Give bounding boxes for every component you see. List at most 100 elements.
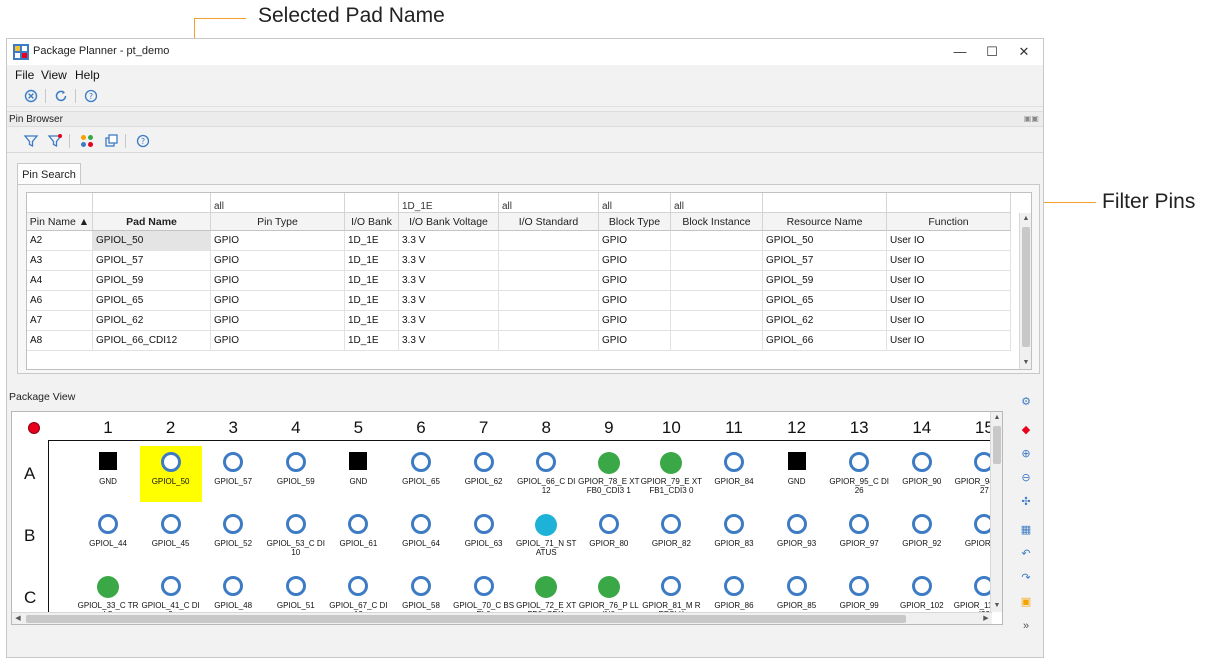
package-pin[interactable]: GPIOR_79_E XTFB1_CDI3 0 (640, 446, 702, 502)
more-icon[interactable]: » (1019, 619, 1033, 633)
package-pin[interactable]: GPIOL_44 (77, 508, 139, 564)
filter-input-0[interactable] (27, 193, 93, 213)
maximize-button[interactable]: ☐ (977, 41, 1007, 63)
scroll-left-icon[interactable]: ◀ (12, 613, 24, 624)
package-pin[interactable]: GPIOL_64 (390, 508, 452, 564)
table-vertical-scrollbar[interactable]: ▲ ▼ (1019, 213, 1031, 369)
main-toolbar: ? (7, 85, 1043, 107)
package-row-letter: B (24, 526, 36, 545)
column-header-9[interactable]: Function (887, 213, 1011, 231)
filter-input-9[interactable] (887, 193, 1011, 213)
pin-ball-icon (849, 514, 870, 534)
package-horizontal-scrollbar[interactable]: ◀ ▶ (12, 612, 992, 624)
column-header-7[interactable]: Block Instance (671, 213, 763, 231)
settings-icon[interactable]: ⚙ (1019, 395, 1033, 409)
package-pin[interactable]: GPIOL_61 (327, 508, 389, 564)
filter-icon[interactable] (23, 133, 39, 149)
package-pin[interactable]: GPIOL_62 (453, 446, 515, 502)
package-pin[interactable]: GPIOR_90 (891, 446, 953, 502)
refresh-icon[interactable] (53, 88, 69, 104)
package-pin[interactable]: GPIOL_50 (139, 446, 202, 502)
filter-input-3[interactable] (345, 193, 399, 213)
package-pin[interactable]: GPIOL_53_C DI10 (265, 508, 327, 564)
rotate-right-icon[interactable]: ↷ (1019, 571, 1033, 585)
menu-file[interactable]: File (15, 68, 34, 82)
package-pin[interactable]: GPIOL_63 (453, 508, 515, 564)
package-pin[interactable]: GPIOL_66_C DI12 (515, 446, 577, 502)
help-icon[interactable]: ? (135, 133, 151, 149)
package-pin[interactable]: GPIOL_65 (390, 446, 452, 502)
scroll-up-icon[interactable]: ▲ (991, 412, 1002, 424)
package-pin[interactable]: GPIOR_82 (640, 508, 702, 564)
package-pin[interactable]: GPIOL_71_N STATUS (515, 508, 577, 564)
package-pin[interactable]: GND (327, 446, 389, 502)
stop-icon[interactable] (23, 88, 39, 104)
column-header-2[interactable]: Pin Type (211, 213, 345, 231)
package-pin[interactable]: GPIOR_83 (703, 508, 765, 564)
shield-icon[interactable]: ◆ (1019, 423, 1033, 437)
scroll-down-icon[interactable]: ▼ (991, 600, 1002, 612)
package-pin[interactable]: GND (77, 446, 139, 502)
filter-clear-icon[interactable] (47, 133, 63, 149)
package-pin[interactable]: GPIOR_92 (891, 508, 953, 564)
package-pin[interactable]: GPIOR_78_E XTFB0_CDI3 1 (578, 446, 640, 502)
pin-label: GND (349, 477, 368, 486)
column-header-8[interactable]: Resource Name (763, 213, 887, 231)
package-pin[interactable]: GPIOR_97 (828, 508, 890, 564)
menu-help[interactable]: Help (75, 68, 100, 82)
rotate-left-icon[interactable]: ↶ (1019, 547, 1033, 561)
table-icon[interactable]: ▦ (1019, 523, 1033, 537)
scroll-down-icon[interactable]: ▼ (1020, 357, 1031, 369)
filter-input-7[interactable]: all (671, 193, 763, 213)
minimize-button[interactable]: — (945, 41, 975, 63)
package-pin[interactable]: GPIOR_80 (578, 508, 640, 564)
panel-close-icon[interactable]: ▣▣ (1024, 114, 1039, 123)
scrollbar-thumb[interactable] (993, 426, 1001, 464)
scrollbar-thumb[interactable] (1022, 227, 1030, 347)
table-cell: A6 (27, 291, 93, 311)
column-header-3[interactable]: I/O Bank (345, 213, 399, 231)
scroll-up-icon[interactable]: ▲ (1020, 213, 1031, 225)
package-pin[interactable]: GND (766, 446, 828, 502)
tab-pin-search[interactable]: Pin Search (17, 163, 81, 185)
column-header-4[interactable]: I/O Bank Voltage (399, 213, 499, 231)
pin-label: GPIOR_95_C DI26 (829, 477, 889, 495)
app-logo-icon (13, 44, 29, 60)
package-pin[interactable]: GPIOR_93 (766, 508, 828, 564)
filter-input-6[interactable]: all (599, 193, 671, 213)
help-icon[interactable]: ? (83, 88, 99, 104)
filter-input-8[interactable] (763, 193, 887, 213)
package-pin[interactable]: GPIOR_84 (703, 446, 765, 502)
zoom-out-icon[interactable]: ⊖ (1019, 471, 1033, 485)
grid-view-icon[interactable] (79, 133, 95, 149)
table-cell (499, 311, 599, 331)
package-pin[interactable]: GPIOL_57 (202, 446, 264, 502)
menu-view[interactable]: View (41, 68, 67, 82)
table-cell: 3.3 V (399, 291, 499, 311)
package-vertical-scrollbar[interactable]: ▲ ▼ (990, 412, 1002, 612)
column-header-0[interactable]: Pin Name ▲ (27, 213, 93, 231)
package-pin[interactable]: GPIOL_59 (265, 446, 327, 502)
table-cell (671, 331, 763, 351)
filter-input-1[interactable] (93, 193, 211, 213)
table-cell: GPIO (211, 251, 345, 271)
filter-input-2[interactable]: all (211, 193, 345, 213)
package-pin[interactable]: GPIOL_45 (140, 508, 202, 564)
copy-icon[interactable] (103, 133, 119, 149)
column-header-5[interactable]: I/O Standard (499, 213, 599, 231)
zoom-in-icon[interactable]: ⊕ (1019, 447, 1033, 461)
scroll-right-icon[interactable]: ▶ (980, 613, 992, 624)
package-pin[interactable]: GPIOL_52 (202, 508, 264, 564)
table-cell: GPIOL_66 (763, 331, 887, 351)
column-header-1[interactable]: Pad Name (93, 213, 211, 231)
table-cell: 1D_1E (345, 291, 399, 311)
filter-input-4[interactable]: 1D_1E (399, 193, 499, 213)
filter-input-5[interactable]: all (499, 193, 599, 213)
export-icon[interactable]: ▣ (1019, 595, 1033, 609)
pin-ball-icon (160, 576, 181, 596)
column-header-6[interactable]: Block Type (599, 213, 671, 231)
close-button[interactable]: ✕ (1009, 41, 1039, 63)
fit-icon[interactable]: ✣ (1019, 495, 1033, 509)
scrollbar-thumb[interactable] (26, 615, 906, 623)
package-pin[interactable]: GPIOR_95_C DI26 (828, 446, 890, 502)
